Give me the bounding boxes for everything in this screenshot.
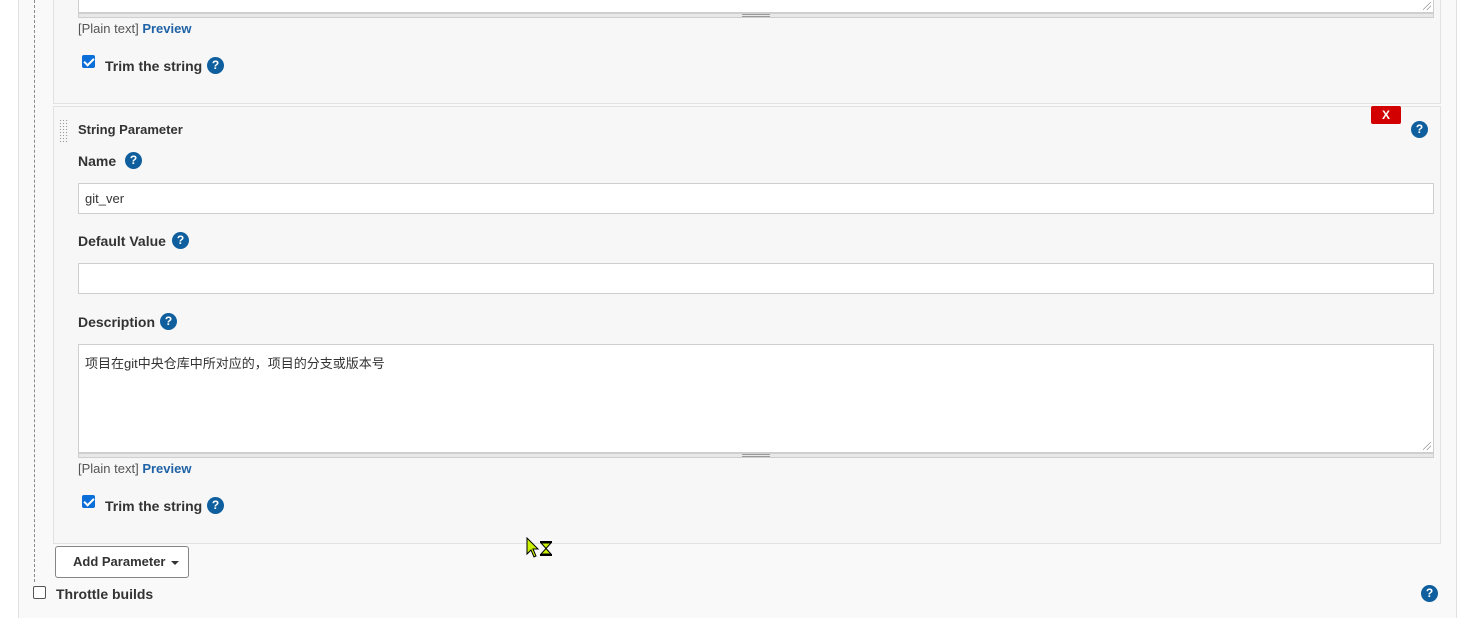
previous-description-textarea[interactable] (78, 0, 1434, 13)
throttle-builds-label: Throttle builds (56, 586, 154, 602)
description-textarea-grip[interactable] (78, 453, 1434, 458)
default-value-input[interactable] (78, 263, 1434, 294)
help-question-icon[interactable]: ? (207, 497, 224, 514)
description-format-line: [Plain text] Preview (78, 461, 191, 476)
delete-parameter-button[interactable]: X (1371, 106, 1401, 124)
help-question-icon[interactable]: ? (125, 152, 142, 169)
string-parameter-heading: String Parameter (78, 122, 183, 137)
caret-down-icon (171, 560, 180, 565)
throttle-builds-checkbox[interactable] (33, 586, 46, 599)
previous-format-line: [Plain text] Preview (78, 21, 191, 36)
help-question-icon[interactable]: ? (160, 313, 177, 330)
preview-link[interactable]: Preview (142, 21, 191, 36)
resize-handle-icon[interactable] (1423, 2, 1431, 10)
help-question-icon[interactable]: ? (1411, 121, 1428, 138)
grip-icon (742, 454, 770, 457)
previous-textarea-grip[interactable] (78, 13, 1434, 18)
description-label: Description (78, 314, 156, 330)
add-parameter-label: Add Parameter (73, 554, 166, 569)
resize-handle-icon[interactable] (1423, 442, 1431, 450)
help-question-icon[interactable]: ? (172, 232, 189, 249)
trim-label-previous: Trim the string (105, 58, 203, 74)
help-question-icon[interactable]: ? (1421, 585, 1438, 602)
format-prefix: [Plain text] (78, 21, 139, 36)
add-parameter-button[interactable]: Add Parameter (55, 546, 189, 578)
grip-icon (742, 14, 770, 17)
name-label: Name (78, 153, 117, 169)
section-rail (34, 0, 35, 582)
description-textarea[interactable]: 项目在git中央仓库中所对应的，项目的分支或版本号 (78, 344, 1434, 453)
trim-checkbox-previous[interactable] (82, 55, 95, 68)
trim-checkbox[interactable] (82, 495, 95, 508)
preview-link[interactable]: Preview (142, 461, 191, 476)
default-value-label: Default Value (78, 233, 166, 249)
name-input[interactable]: git_ver (78, 183, 1434, 214)
description-text: 项目在git中央仓库中所对应的，项目的分支或版本号 (85, 356, 385, 371)
help-question-icon[interactable]: ? (207, 57, 224, 74)
trim-label: Trim the string (105, 498, 203, 514)
format-prefix: [Plain text] (78, 461, 139, 476)
busy-cursor-icon (526, 537, 553, 558)
drag-handle-icon[interactable] (59, 119, 69, 143)
string-parameter-block (53, 106, 1441, 544)
